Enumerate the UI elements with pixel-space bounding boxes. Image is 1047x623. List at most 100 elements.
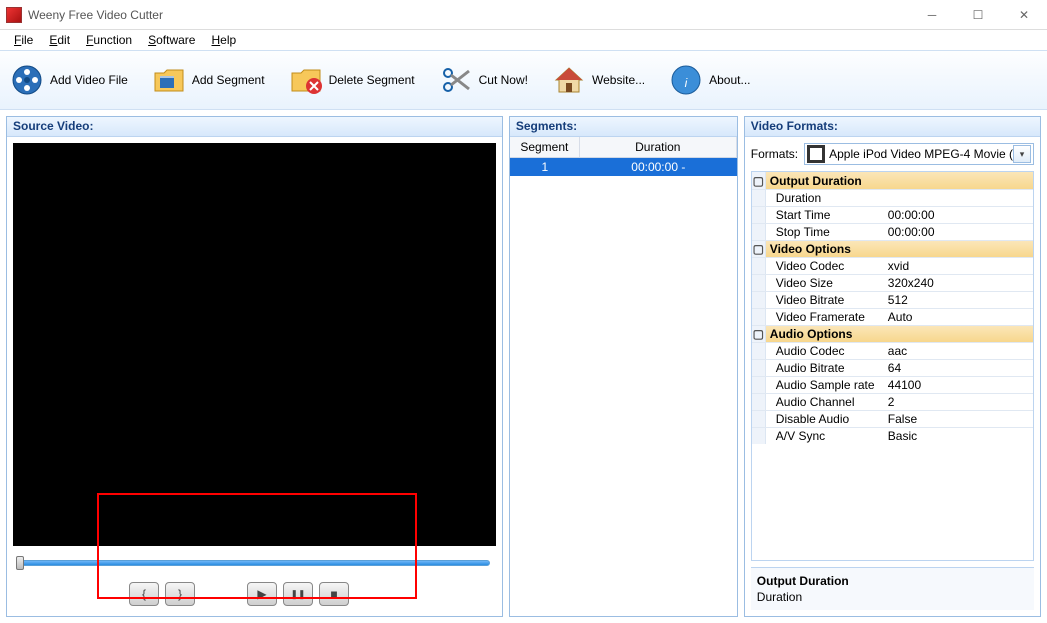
add-video-label: Add Video File: [50, 73, 128, 87]
property-row[interactable]: Duration: [752, 189, 1033, 206]
menubar: File Edit Function Software Help: [0, 30, 1047, 50]
property-row[interactable]: Start Time00:00:00: [752, 206, 1033, 223]
property-value[interactable]: Basic: [884, 429, 1033, 443]
property-value[interactable]: False: [884, 412, 1033, 426]
add-segment-button[interactable]: Add Segment: [152, 63, 265, 97]
info-icon: i: [669, 63, 703, 97]
cell-segment: 1: [510, 158, 580, 176]
collapse-icon[interactable]: ▢: [752, 172, 766, 189]
property-section[interactable]: ▢Output Duration: [752, 172, 1033, 189]
video-preview[interactable]: [13, 143, 496, 546]
expand-spacer: [752, 360, 766, 376]
property-row[interactable]: Disable AudioFalse: [752, 410, 1033, 427]
format-select[interactable]: Apple iPod Video MPEG-4 Movie ( ▾: [804, 143, 1034, 165]
maximize-button[interactable]: ☐: [955, 0, 1001, 30]
section-name: Output Duration: [766, 174, 1033, 188]
expand-spacer: [752, 309, 766, 325]
delete-segment-button[interactable]: Delete Segment: [289, 63, 415, 97]
property-key: Video Codec: [766, 259, 884, 273]
titlebar: Weeny Free Video Cutter ─ ☐ ✕: [0, 0, 1047, 30]
property-detail: Output Duration Duration: [751, 567, 1034, 610]
property-key: Disable Audio: [766, 412, 884, 426]
property-row[interactable]: Video FramerateAuto: [752, 308, 1033, 325]
folder-delete-icon: [289, 63, 323, 97]
segments-table-header: Segment Duration: [510, 137, 737, 158]
property-value[interactable]: Auto: [884, 310, 1033, 324]
property-value[interactable]: 00:00:00: [884, 208, 1033, 222]
pause-button[interactable]: ❚❚: [283, 582, 313, 606]
website-label: Website...: [592, 73, 645, 87]
add-segment-label: Add Segment: [192, 73, 265, 87]
mark-in-button[interactable]: {: [129, 582, 159, 606]
video-area: { } ▶ ❚❚ ■: [7, 137, 502, 616]
format-type-icon: [807, 145, 825, 163]
property-value[interactable]: aac: [884, 344, 1033, 358]
cut-now-button[interactable]: Cut Now!: [439, 63, 528, 97]
menu-software[interactable]: Software: [140, 31, 203, 49]
property-row[interactable]: Video Codecxvid: [752, 257, 1033, 274]
toolbar: Add Video File Add Segment Delete Segmen…: [0, 50, 1047, 110]
formats-label: Formats:: [751, 147, 798, 161]
mark-out-button[interactable]: }: [165, 582, 195, 606]
minimize-button[interactable]: ─: [909, 0, 955, 30]
col-duration[interactable]: Duration: [580, 137, 737, 157]
property-value[interactable]: 64: [884, 361, 1033, 375]
property-row[interactable]: Audio Codecaac: [752, 342, 1033, 359]
property-row[interactable]: Audio Sample rate44100: [752, 376, 1033, 393]
scissors-icon: [439, 63, 473, 97]
expand-spacer: [752, 258, 766, 274]
property-row[interactable]: Audio Bitrate64: [752, 359, 1033, 376]
property-section[interactable]: ▢Audio Options: [752, 325, 1033, 342]
property-row[interactable]: A/V SyncBasic: [752, 427, 1033, 444]
stop-button[interactable]: ■: [319, 582, 349, 606]
svg-text:i: i: [685, 76, 688, 90]
about-button[interactable]: i About...: [669, 63, 750, 97]
segments-panel: Segments: Segment Duration 100:00:00 -: [509, 116, 738, 617]
property-row[interactable]: Stop Time00:00:00: [752, 223, 1033, 240]
timeline-bar: [19, 560, 490, 566]
main-area: Source Video: { } ▶ ❚❚ ■ Segments: Segme…: [0, 110, 1047, 623]
expand-spacer: [752, 190, 766, 206]
delete-segment-label: Delete Segment: [329, 73, 415, 87]
collapse-icon[interactable]: ▢: [752, 326, 766, 342]
play-button[interactable]: ▶: [247, 582, 277, 606]
menu-edit[interactable]: Edit: [41, 31, 78, 49]
property-grid[interactable]: ▢Output DurationDurationStart Time00:00:…: [751, 171, 1034, 561]
property-section[interactable]: ▢Video Options: [752, 240, 1033, 257]
property-key: Audio Channel: [766, 395, 884, 409]
property-row[interactable]: Video Bitrate512: [752, 291, 1033, 308]
dropdown-icon[interactable]: ▾: [1013, 145, 1031, 163]
menu-help[interactable]: Help: [203, 31, 244, 49]
property-value[interactable]: xvid: [884, 259, 1033, 273]
table-row[interactable]: 100:00:00 -: [510, 158, 737, 176]
property-key: A/V Sync: [766, 429, 884, 443]
property-value[interactable]: 00:00:00: [884, 225, 1033, 239]
property-value[interactable]: 320x240: [884, 276, 1033, 290]
close-button[interactable]: ✕: [1001, 0, 1047, 30]
property-row[interactable]: Video Size320x240: [752, 274, 1033, 291]
stop-icon: ■: [330, 587, 337, 601]
expand-spacer: [752, 207, 766, 223]
add-video-button[interactable]: Add Video File: [10, 63, 128, 97]
property-row[interactable]: Audio Channel2: [752, 393, 1033, 410]
play-icon: ▶: [257, 587, 266, 601]
menu-file[interactable]: File: [6, 31, 41, 49]
menu-function[interactable]: Function: [78, 31, 140, 49]
timeline-track[interactable]: [13, 552, 496, 572]
col-segment[interactable]: Segment: [510, 137, 580, 157]
formats-header: Video Formats:: [745, 117, 1040, 137]
expand-spacer: [752, 428, 766, 444]
timeline-handle[interactable]: [16, 556, 24, 570]
pause-icon: ❚❚: [290, 589, 305, 600]
home-icon: [552, 63, 586, 97]
expand-spacer: [752, 394, 766, 410]
property-value[interactable]: 44100: [884, 378, 1033, 392]
property-value[interactable]: 512: [884, 293, 1033, 307]
website-button[interactable]: Website...: [552, 63, 645, 97]
collapse-icon[interactable]: ▢: [752, 241, 766, 257]
cut-now-label: Cut Now!: [479, 73, 528, 87]
app-icon: [6, 7, 22, 23]
property-value[interactable]: 2: [884, 395, 1033, 409]
expand-spacer: [752, 275, 766, 291]
source-video-header: Source Video:: [7, 117, 502, 137]
